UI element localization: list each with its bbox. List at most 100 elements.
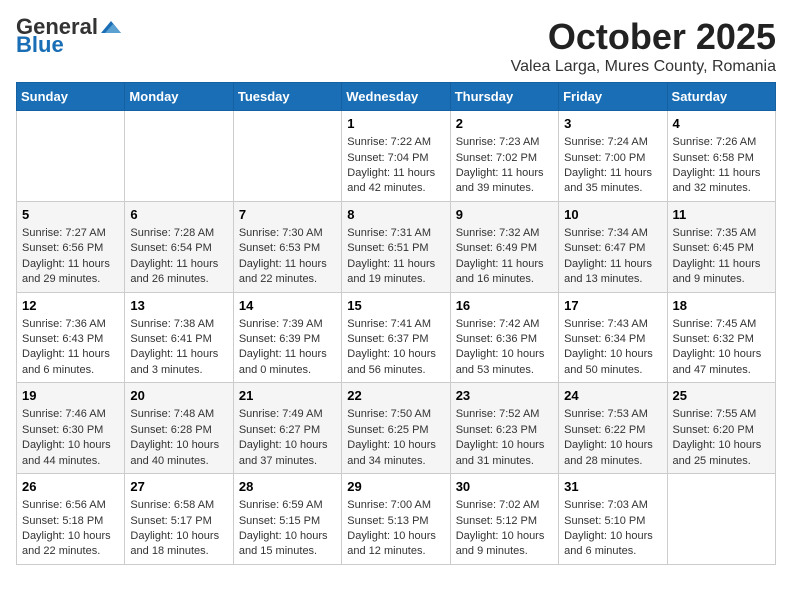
calendar-cell: 24 Sunrise: 7:53 AMSunset: 6:22 PMDayligh… [559, 383, 667, 474]
day-number: 14 [239, 297, 336, 315]
day-info: Sunrise: 7:46 AMSunset: 6:30 PMDaylight:… [22, 407, 119, 469]
calendar-cell: 26 Sunrise: 6:56 AMSunset: 5:18 PMDayligh… [17, 474, 125, 565]
calendar-cell [667, 474, 775, 565]
calendar-cell: 22 Sunrise: 7:50 AMSunset: 6:25 PMDayligh… [342, 383, 450, 474]
calendar-cell: 6 Sunrise: 7:28 AMSunset: 6:54 PMDaylight… [125, 201, 233, 292]
day-number: 6 [130, 206, 227, 224]
calendar-cell: 4 Sunrise: 7:26 AMSunset: 6:58 PMDaylight… [667, 111, 775, 202]
calendar-cell: 30 Sunrise: 7:02 AMSunset: 5:12 PMDayligh… [450, 474, 558, 565]
calendar-cell: 19 Sunrise: 7:46 AMSunset: 6:30 PMDayligh… [17, 383, 125, 474]
day-info: Sunrise: 7:43 AMSunset: 6:34 PMDaylight:… [564, 317, 661, 379]
day-number: 26 [22, 478, 119, 496]
logo: General Blue [16, 16, 121, 56]
day-info: Sunrise: 7:23 AMSunset: 7:02 PMDaylight:… [456, 135, 553, 197]
day-number: 12 [22, 297, 119, 315]
calendar-cell: 9 Sunrise: 7:32 AMSunset: 6:49 PMDaylight… [450, 201, 558, 292]
title-block: October 2025 Valea Larga, Mures County, … [511, 16, 776, 76]
day-info: Sunrise: 7:24 AMSunset: 7:00 PMDaylight:… [564, 135, 661, 197]
day-number: 4 [673, 115, 770, 133]
day-info: Sunrise: 7:49 AMSunset: 6:27 PMDaylight:… [239, 407, 336, 469]
day-number: 20 [130, 387, 227, 405]
day-info: Sunrise: 7:39 AMSunset: 6:39 PMDaylight:… [239, 317, 336, 379]
day-info: Sunrise: 7:36 AMSunset: 6:43 PMDaylight:… [22, 317, 119, 379]
day-number: 16 [456, 297, 553, 315]
day-number: 13 [130, 297, 227, 315]
day-info: Sunrise: 7:32 AMSunset: 6:49 PMDaylight:… [456, 226, 553, 288]
day-info: Sunrise: 7:30 AMSunset: 6:53 PMDaylight:… [239, 226, 336, 288]
day-number: 21 [239, 387, 336, 405]
day-number: 10 [564, 206, 661, 224]
day-info: Sunrise: 7:48 AMSunset: 6:28 PMDaylight:… [130, 407, 227, 469]
calendar-table: SundayMondayTuesdayWednesdayThursdayFrid… [16, 82, 776, 565]
weekday-header-monday: Monday [125, 83, 233, 111]
week-row-1: 1Sunrise: 7:22 AMSunset: 7:04 PMDaylight… [17, 111, 776, 202]
calendar-cell: 15 Sunrise: 7:41 AMSunset: 6:37 PMDayligh… [342, 292, 450, 383]
day-info: Sunrise: 7:50 AMSunset: 6:25 PMDaylight:… [347, 407, 444, 469]
week-row-2: 5 Sunrise: 7:27 AMSunset: 6:56 PMDaylight… [17, 201, 776, 292]
calendar-cell: 17 Sunrise: 7:43 AMSunset: 6:34 PMDayligh… [559, 292, 667, 383]
day-number: 9 [456, 206, 553, 224]
day-info: Sunrise: 7:22 AMSunset: 7:04 PMDaylight:… [347, 135, 444, 197]
week-row-5: 26 Sunrise: 6:56 AMSunset: 5:18 PMDayligh… [17, 474, 776, 565]
day-info: Sunrise: 7:26 AMSunset: 6:58 PMDaylight:… [673, 135, 770, 197]
day-number: 15 [347, 297, 444, 315]
calendar-cell: 20 Sunrise: 7:48 AMSunset: 6:28 PMDayligh… [125, 383, 233, 474]
day-info: Sunrise: 7:28 AMSunset: 6:54 PMDaylight:… [130, 226, 227, 288]
day-number: 27 [130, 478, 227, 496]
day-info: Sunrise: 7:52 AMSunset: 6:23 PMDaylight:… [456, 407, 553, 469]
calendar-cell: 16Sunrise: 7:42 AMSunset: 6:36 PMDayligh… [450, 292, 558, 383]
day-info: Sunrise: 6:56 AMSunset: 5:18 PMDaylight:… [22, 498, 119, 560]
day-number: 2 [456, 115, 553, 133]
calendar-cell: 25 Sunrise: 7:55 AMSunset: 6:20 PMDayligh… [667, 383, 775, 474]
day-number: 17 [564, 297, 661, 315]
day-number: 23 [456, 387, 553, 405]
day-number: 22 [347, 387, 444, 405]
day-number: 7 [239, 206, 336, 224]
weekday-header-thursday: Thursday [450, 83, 558, 111]
page-header: General Blue October 2025 Valea Larga, M… [16, 16, 776, 76]
weekday-header-row: SundayMondayTuesdayWednesdayThursdayFrid… [17, 83, 776, 111]
day-info: Sunrise: 7:00 AMSunset: 5:13 PMDaylight:… [347, 498, 444, 560]
location-subtitle: Valea Larga, Mures County, Romania [511, 58, 776, 76]
calendar-cell: 3Sunrise: 7:24 AMSunset: 7:00 PMDaylight… [559, 111, 667, 202]
day-number: 5 [22, 206, 119, 224]
day-info: Sunrise: 7:41 AMSunset: 6:37 PMDaylight:… [347, 317, 444, 379]
day-number: 24 [564, 387, 661, 405]
calendar-cell: 7 Sunrise: 7:30 AMSunset: 6:53 PMDaylight… [233, 201, 341, 292]
calendar-cell: 18 Sunrise: 7:45 AMSunset: 6:32 PMDayligh… [667, 292, 775, 383]
day-info: Sunrise: 7:45 AMSunset: 6:32 PMDaylight:… [673, 317, 770, 379]
day-number: 19 [22, 387, 119, 405]
month-title: October 2025 [511, 16, 776, 58]
calendar-cell: 23 Sunrise: 7:52 AMSunset: 6:23 PMDayligh… [450, 383, 558, 474]
day-info: Sunrise: 7:35 AMSunset: 6:45 PMDaylight:… [673, 226, 770, 288]
weekday-header-saturday: Saturday [667, 83, 775, 111]
calendar-cell: 11 Sunrise: 7:35 AMSunset: 6:45 PMDayligh… [667, 201, 775, 292]
day-info: Sunrise: 7:31 AMSunset: 6:51 PMDaylight:… [347, 226, 444, 288]
week-row-4: 19 Sunrise: 7:46 AMSunset: 6:30 PMDayligh… [17, 383, 776, 474]
day-info: Sunrise: 7:02 AMSunset: 5:12 PMDaylight:… [456, 498, 553, 560]
day-number: 30 [456, 478, 553, 496]
calendar-cell: 29 Sunrise: 7:00 AMSunset: 5:13 PMDayligh… [342, 474, 450, 565]
day-info: Sunrise: 7:55 AMSunset: 6:20 PMDaylight:… [673, 407, 770, 469]
day-number: 8 [347, 206, 444, 224]
day-number: 11 [673, 206, 770, 224]
day-number: 31 [564, 478, 661, 496]
day-info: Sunrise: 6:58 AMSunset: 5:17 PMDaylight:… [130, 498, 227, 560]
day-number: 25 [673, 387, 770, 405]
day-info: Sunrise: 7:38 AMSunset: 6:41 PMDaylight:… [130, 317, 227, 379]
calendar-cell: 5 Sunrise: 7:27 AMSunset: 6:56 PMDaylight… [17, 201, 125, 292]
day-number: 29 [347, 478, 444, 496]
calendar-cell: 2 Sunrise: 7:23 AMSunset: 7:02 PMDaylight… [450, 111, 558, 202]
day-info: Sunrise: 7:03 AMSunset: 5:10 PMDaylight:… [564, 498, 661, 560]
weekday-header-sunday: Sunday [17, 83, 125, 111]
day-number: 28 [239, 478, 336, 496]
logo-blue-text: Blue [16, 34, 64, 56]
day-info: Sunrise: 7:53 AMSunset: 6:22 PMDaylight:… [564, 407, 661, 469]
day-number: 18 [673, 297, 770, 315]
day-info: Sunrise: 7:34 AMSunset: 6:47 PMDaylight:… [564, 226, 661, 288]
day-info: Sunrise: 7:27 AMSunset: 6:56 PMDaylight:… [22, 226, 119, 288]
calendar-cell: 31 Sunrise: 7:03 AMSunset: 5:10 PMDayligh… [559, 474, 667, 565]
calendar-cell: 12 Sunrise: 7:36 AMSunset: 6:43 PMDayligh… [17, 292, 125, 383]
calendar-cell [125, 111, 233, 202]
logo-icon [99, 19, 121, 35]
